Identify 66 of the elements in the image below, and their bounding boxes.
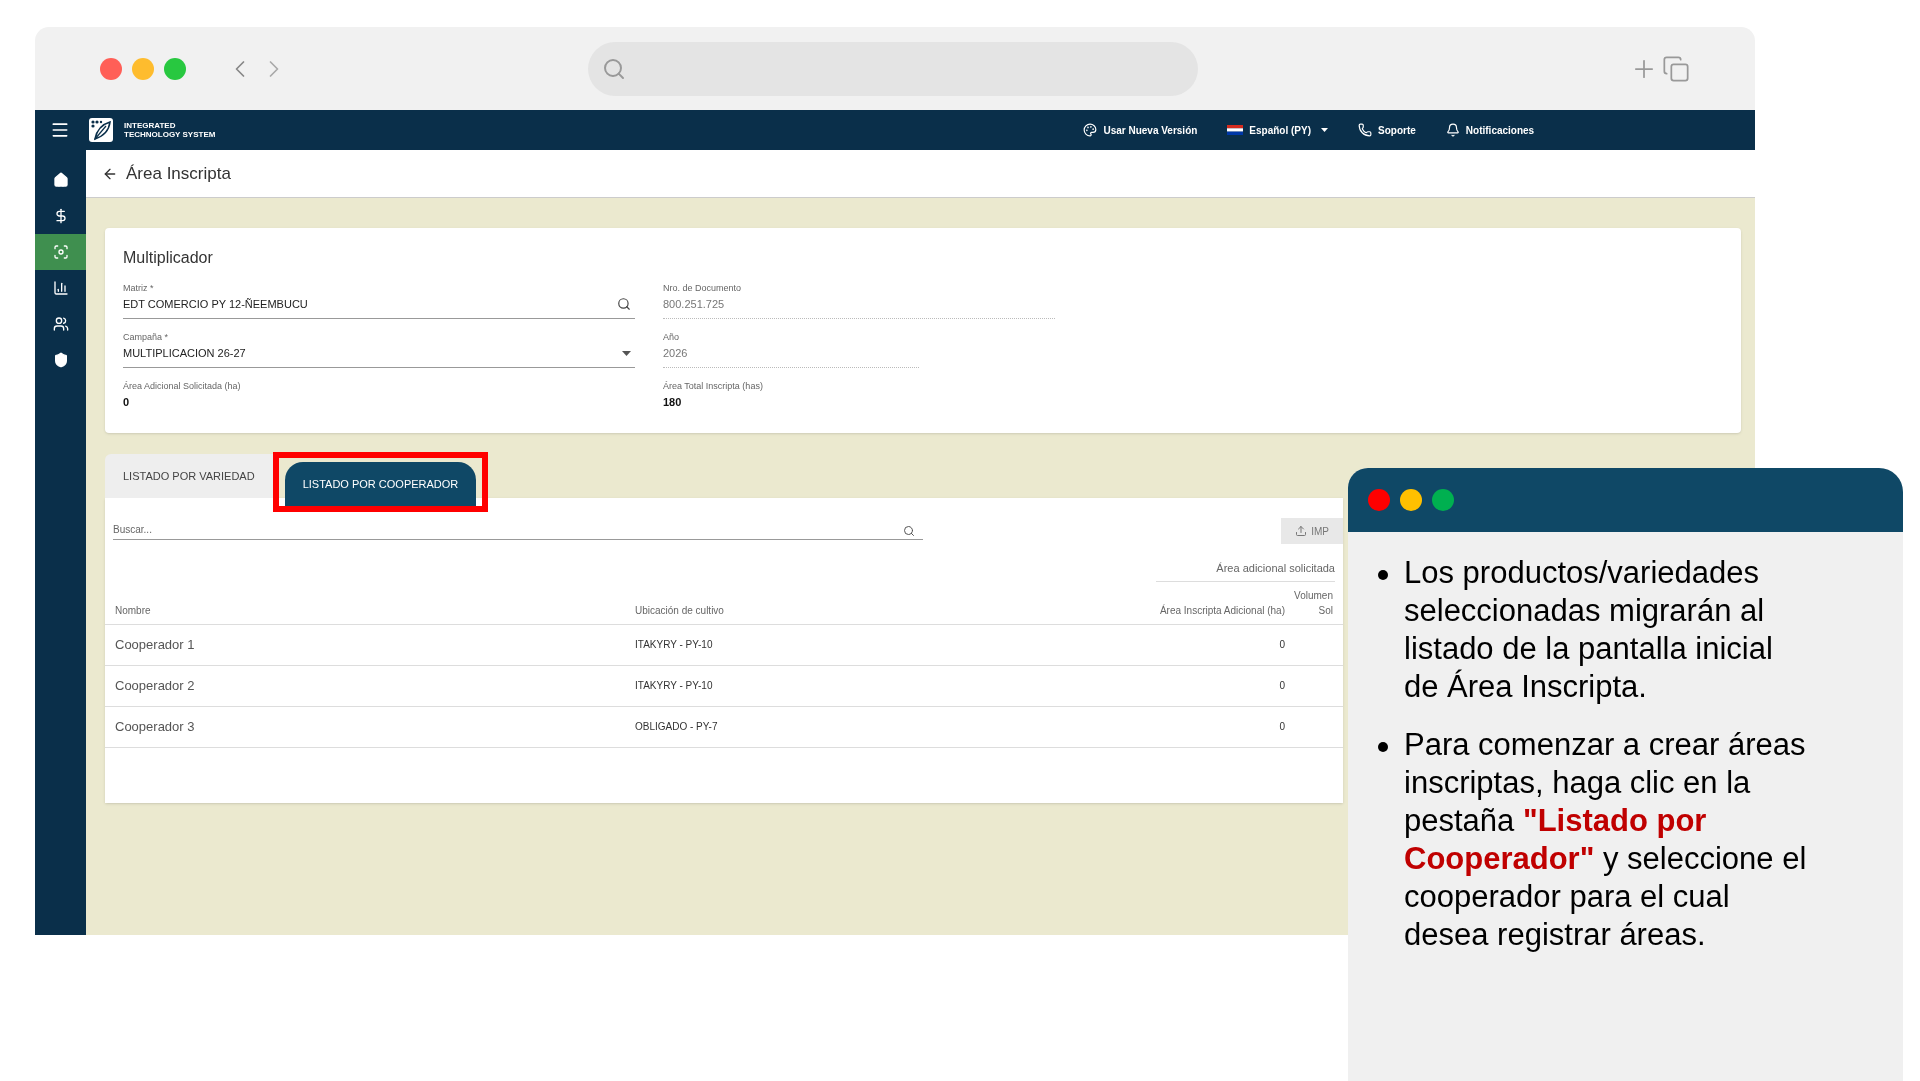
field-label: Nro. de Documento (663, 282, 743, 294)
bell-icon (1445, 123, 1460, 137)
table-cell-text: ITAKYRY - PY-10 (635, 679, 714, 693)
header-link[interactable]: Español (PY) (1227, 122, 1329, 138)
header-link[interactable]: Notificaciones (1445, 122, 1535, 138)
focus-icon (52, 244, 69, 260)
shield-icon (52, 352, 69, 368)
callout-text: Los productos/variedades seleccionadas migrarán al listado de la pantalla inicial de Área Inscripta. (1404, 554, 1774, 706)
column-group-header: Área adicional solicitada (1156, 560, 1335, 582)
field-label: Año (663, 331, 680, 343)
tab[interactable]: LISTADO POR COOPERADOR (284, 462, 477, 506)
search-field[interactable]: Buscar... (113, 522, 923, 540)
page-title: Área Inscripta (126, 162, 231, 185)
table-cell-text: 0 (1278, 638, 1285, 652)
field-value: 2026 (663, 346, 688, 361)
people-icon (52, 316, 69, 332)
callout-text: Para comenzar a crear áreas inscriptas, haga clic en la pestaña "Listado por Cooperador" y seleccione el cooperador para el cual desea registrar áreas. (1404, 726, 1808, 954)
field-label: Área Adicional Solicitada (ha) (123, 380, 242, 392)
table-cell-text: OBLIGADO - PY-7 (635, 720, 719, 734)
brand-name: TECHNOLOGY SYSTEM (124, 130, 216, 139)
field-label: Área Total Inscripta (has) (663, 380, 764, 392)
chart-icon (52, 280, 69, 296)
table-cell-text: 0 (1278, 720, 1285, 734)
header-link[interactable]: Usar Nueva Versión (1083, 122, 1198, 138)
table-cell-text: 0 (1278, 679, 1285, 693)
field-value: 0 (123, 395, 130, 410)
card-title: Multiplicador (123, 248, 214, 268)
column-header: Volumen (1294, 588, 1333, 603)
brand-name: INTEGRATED (124, 121, 177, 130)
table-cell-text: Cooperador 3 (115, 717, 196, 736)
form-field[interactable]: Nro. de Documento 800.251.725 (663, 282, 1055, 319)
header-link[interactable]: Soporte (1358, 122, 1416, 138)
tab[interactable]: LISTADO POR VARIEDAD (105, 454, 273, 498)
table-row[interactable]: Cooperador 2 ITAKYRY - PY-10 0 (105, 665, 1343, 707)
field-value: 800.251.725 (663, 297, 725, 312)
bullet-icon (1378, 742, 1388, 752)
upload-icon (1295, 525, 1308, 537)
table-row[interactable]: Cooperador 3 OBLIGADO - PY-7 0 (105, 706, 1343, 748)
palette-icon (1083, 123, 1098, 137)
field-value: 180 (663, 395, 682, 410)
flag-icon (1227, 125, 1244, 135)
search-icon[interactable] (617, 297, 631, 311)
table-cell-text: Cooperador 1 (115, 635, 196, 654)
table-cell-text: Cooperador 2 (115, 676, 196, 695)
table-row[interactable]: Cooperador 1 ITAKYRY - PY-10 0 (105, 624, 1343, 666)
bullet-icon (1378, 570, 1388, 580)
field-value: MULTIPLICACION 26-27 (123, 346, 246, 361)
column-header: Área Inscripta Adicional (ha) (1158, 603, 1285, 618)
home-icon (52, 172, 69, 188)
logo-icon (88, 117, 114, 143)
search-icon (602, 56, 626, 81)
phone-icon (1358, 123, 1373, 137)
caret-icon[interactable] (622, 350, 631, 356)
caret-icon (1321, 128, 1329, 132)
column-header: Sol (1318, 603, 1333, 618)
form-field[interactable]: Año 2026 (663, 331, 919, 368)
field-value: EDT COMERCIO PY 12-ÑEEMBUCU (123, 297, 308, 312)
menu-icon[interactable] (50, 120, 70, 140)
search-icon (903, 525, 915, 537)
column-header: Nombre (115, 603, 152, 618)
table-cell-text: ITAKYRY - PY-10 (635, 638, 714, 652)
field-label: Campaña * (123, 331, 170, 343)
form-field[interactable]: Matriz * EDT COMERCIO PY 12-ÑEEMBUCU (123, 282, 635, 319)
column-header: Ubicación de cultivo (635, 603, 725, 618)
field-label: Matriz * (123, 282, 155, 294)
form-field[interactable]: Campaña * MULTIPLICACION 26-27 (123, 331, 635, 368)
